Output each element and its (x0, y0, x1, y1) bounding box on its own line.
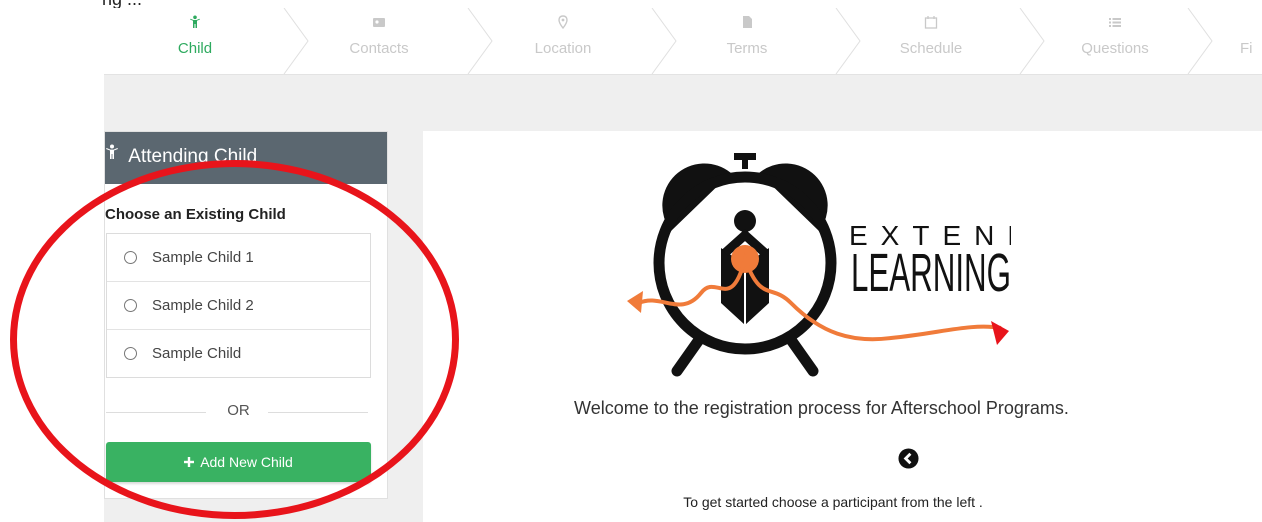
main-content: EXTENDED LEARNING Welcome to the registr… (423, 131, 1262, 522)
attending-child-panel: Attending Child Choose an Existing Child… (104, 131, 388, 499)
or-text: OR (227, 402, 250, 419)
panel-title: Attending Child (128, 146, 258, 167)
logo-word-learning: LEARNING (851, 243, 1011, 303)
chevron-left-circle-icon[interactable] (898, 448, 919, 469)
child-option[interactable]: Sample Child (107, 330, 370, 377)
radio-button[interactable] (124, 251, 137, 264)
step-divider (283, 8, 309, 74)
child-icon (104, 15, 286, 37)
step-divider (835, 8, 861, 74)
or-divider: OR (106, 402, 371, 422)
get-started-text: To get started choose a participant from… (683, 494, 983, 510)
plus-icon (184, 457, 195, 467)
child-name: Sample Child (152, 345, 242, 362)
step-child[interactable]: Child (104, 8, 286, 72)
step-divider (651, 8, 677, 74)
choose-existing-label: Choose an Existing Child (105, 206, 286, 223)
step-divider (1187, 8, 1213, 74)
step-divider (467, 8, 493, 74)
wizard-steps: Child Contacts Location Terms Schedule Q… (104, 8, 1262, 75)
step-divider (1019, 8, 1045, 74)
add-button-label: Add New Child (200, 454, 293, 470)
child-list: Sample Child 1 Sample Child 2 Sample Chi… (106, 233, 371, 378)
child-option[interactable]: Sample Child 2 (107, 282, 370, 330)
child-name: Sample Child 2 (152, 297, 254, 314)
child-option[interactable]: Sample Child 1 (107, 234, 370, 282)
step-label: Child (177, 40, 213, 57)
radio-button[interactable] (124, 347, 137, 360)
panel-header: Attending Child (105, 132, 387, 184)
welcome-text: Welcome to the registration process for … (574, 398, 1069, 418)
child-icon (105, 130, 123, 180)
child-name: Sample Child 1 (152, 249, 254, 266)
radio-button[interactable] (124, 299, 137, 312)
extended-learning-logo: EXTENDED LEARNING (627, 153, 1011, 377)
add-new-child-button[interactable]: Add New Child (106, 442, 371, 482)
